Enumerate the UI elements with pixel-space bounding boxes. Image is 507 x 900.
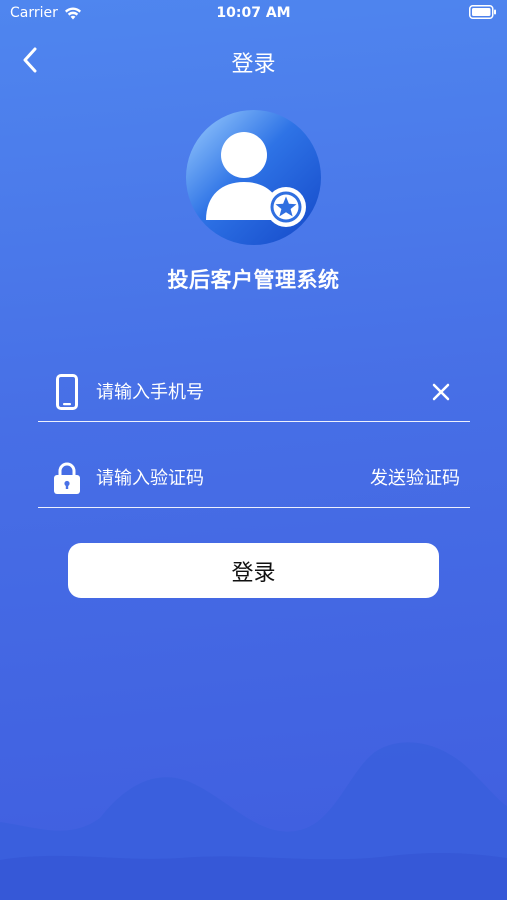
code-input[interactable] (96, 464, 356, 492)
background-waves (0, 742, 507, 900)
code-field-row: 发送验证码 (38, 452, 470, 508)
status-right (469, 5, 497, 23)
status-bar: Carrier 10:07 AM (0, 0, 507, 28)
user-star-icon (186, 110, 321, 245)
status-time: 10:07 AM (216, 5, 291, 21)
clear-phone-button[interactable] (426, 377, 456, 407)
lock-icon (52, 460, 82, 496)
app-name: 投后客户管理系统 (167, 268, 340, 292)
login-button[interactable]: 登录 (68, 543, 439, 598)
phone-icon (52, 374, 82, 410)
avatar (186, 110, 321, 245)
nav-bar: 登录 (0, 36, 507, 84)
phone-field-row (38, 366, 470, 422)
phone-input[interactable] (96, 378, 396, 406)
battery-icon (469, 5, 496, 19)
page-title: 登录 (231, 52, 276, 77)
close-icon (432, 383, 450, 401)
send-code-button[interactable]: 发送验证码 (370, 464, 460, 490)
